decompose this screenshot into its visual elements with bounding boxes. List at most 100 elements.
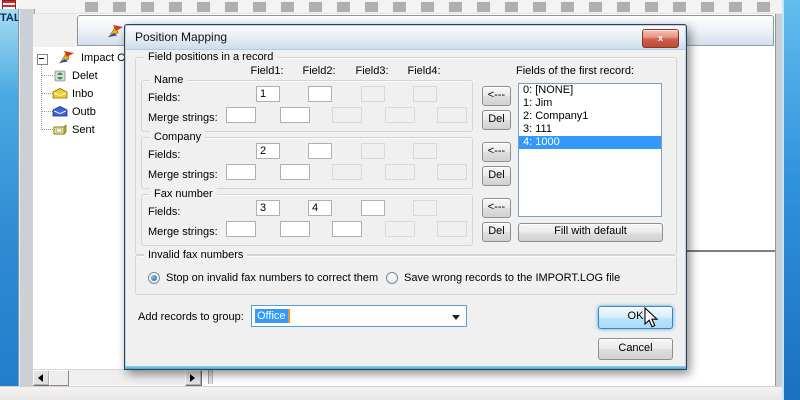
frame-filler bbox=[33, 14, 77, 47]
chevron-down-icon[interactable] bbox=[452, 315, 460, 320]
cancel-button[interactable]: Cancel bbox=[598, 338, 673, 360]
company-assign-button[interactable]: <--- bbox=[482, 142, 511, 162]
name-field3-input[interactable] bbox=[361, 86, 385, 102]
left-aero-border: TAL bbox=[0, 9, 18, 400]
tree-expand-toggle[interactable] bbox=[37, 54, 48, 65]
fax-merge1-input[interactable] bbox=[226, 221, 256, 237]
fax-field4-input[interactable] bbox=[413, 200, 437, 216]
field3-header: Field3: bbox=[352, 65, 392, 77]
fields-label: Fields: bbox=[148, 205, 180, 219]
invalid-fax-group-label: Invalid fax numbers bbox=[144, 249, 247, 262]
company-merge4-input[interactable] bbox=[385, 164, 415, 180]
stop-on-invalid-label[interactable]: Stop on invalid fax numbers to correct t… bbox=[166, 271, 378, 285]
position-mapping-dialog: Position Mapping x Field positions in a … bbox=[124, 24, 687, 370]
stop-on-invalid-radio[interactable] bbox=[148, 272, 160, 284]
group-label: Field positions in a record bbox=[144, 51, 277, 64]
top-toolbar bbox=[0, 0, 782, 14]
tree-root-icon bbox=[58, 50, 76, 65]
merge-strings-label: Merge strings: bbox=[148, 111, 218, 125]
record-list-item[interactable]: 4: 1000 bbox=[519, 136, 661, 149]
fax-number-group: Fax number Fields: Merge strings: bbox=[141, 194, 473, 246]
status-bar bbox=[0, 386, 782, 400]
name-group-label: Name bbox=[150, 74, 187, 87]
scrollbar-thumb[interactable] bbox=[49, 370, 69, 386]
record-list-item[interactable]: 3: 111 bbox=[519, 123, 661, 136]
company-merge1-input[interactable] bbox=[226, 164, 256, 180]
app-bird-icon bbox=[107, 24, 125, 39]
inbox-folder-icon bbox=[52, 87, 68, 100]
dialog-title: Position Mapping bbox=[135, 30, 227, 44]
invalid-fax-group: Invalid fax numbers Stop on invalid fax … bbox=[135, 255, 677, 295]
fax-field2-input[interactable] bbox=[308, 200, 332, 216]
tree-item-sent[interactable]: Sent bbox=[72, 124, 95, 136]
merge-strings-label: Merge strings: bbox=[148, 168, 218, 182]
outbox-folder-icon bbox=[52, 105, 68, 118]
tree-item-deleted[interactable]: Delet bbox=[72, 70, 98, 82]
sent-folder-icon bbox=[52, 123, 68, 136]
add-records-label: Add records to group: bbox=[138, 310, 244, 324]
merge-strings-label: Merge strings: bbox=[148, 225, 218, 239]
fields-label: Fields: bbox=[148, 91, 180, 105]
screen: TAL Message List Impact C Delet Inbo Ou bbox=[0, 0, 800, 400]
ok-button[interactable]: OK bbox=[598, 306, 673, 329]
fax-field3-input[interactable] bbox=[361, 200, 385, 216]
record-list-item[interactable]: 2: Company1 bbox=[519, 110, 661, 123]
fax-merge5-input[interactable] bbox=[437, 221, 467, 237]
name-merge2-input[interactable] bbox=[280, 107, 310, 123]
fax-group-label: Fax number bbox=[150, 188, 217, 201]
fax-merge4-input[interactable] bbox=[385, 221, 415, 237]
company-del-button[interactable]: Del bbox=[482, 166, 511, 186]
fax-merge3-input[interactable] bbox=[332, 221, 362, 237]
field1-header: Field1: bbox=[247, 65, 287, 77]
fax-merge2-input[interactable] bbox=[280, 221, 310, 237]
dialog-titlebar[interactable]: Position Mapping bbox=[126, 26, 685, 50]
record-list-label: Fields of the first record: bbox=[516, 64, 634, 78]
first-record-listbox[interactable]: 0: [NONE]1: Jim2: Company13: 1114: 1000 bbox=[518, 83, 662, 217]
field4-header: Field4: bbox=[404, 65, 444, 77]
fill-with-default-button[interactable]: Fill with default bbox=[518, 223, 663, 242]
triangle-left-icon bbox=[38, 374, 43, 382]
company-field3-input[interactable] bbox=[361, 143, 385, 159]
close-icon[interactable]: x bbox=[642, 29, 679, 48]
company-merge2-input[interactable] bbox=[280, 164, 310, 180]
name-assign-button[interactable]: <--- bbox=[482, 86, 511, 106]
company-field2-input[interactable] bbox=[308, 143, 332, 159]
scroll-left-button[interactable] bbox=[33, 370, 50, 386]
company-group-label: Company bbox=[150, 131, 205, 144]
name-field1-input[interactable] bbox=[256, 86, 280, 102]
triangle-right-icon bbox=[190, 374, 195, 382]
scroll-right-button[interactable] bbox=[185, 370, 202, 386]
company-merge3-input[interactable] bbox=[332, 164, 362, 180]
record-list-item[interactable]: 1: Jim bbox=[519, 97, 661, 110]
group-combobox[interactable]: Office bbox=[251, 305, 467, 327]
tree-item-root[interactable]: Impact C bbox=[81, 52, 125, 64]
name-group: Name Fields: Merge strings: bbox=[141, 80, 473, 132]
save-wrong-records-radio[interactable] bbox=[386, 272, 398, 284]
tree-item-inbox[interactable]: Inbo bbox=[72, 88, 93, 100]
fax-field1-input[interactable] bbox=[256, 200, 280, 216]
name-merge3-input[interactable] bbox=[332, 107, 362, 123]
name-merge4-input[interactable] bbox=[385, 107, 415, 123]
fax-assign-button[interactable]: <--- bbox=[482, 198, 511, 218]
company-field1-input[interactable] bbox=[256, 143, 280, 159]
fields-label: Fields: bbox=[148, 148, 180, 162]
company-merge5-input[interactable] bbox=[437, 164, 467, 180]
name-merge1-input[interactable] bbox=[226, 107, 256, 123]
company-group: Company Fields: Merge strings: bbox=[141, 137, 473, 189]
horizontal-scrollbar[interactable] bbox=[33, 369, 201, 385]
tree-connector bbox=[41, 62, 42, 130]
deleted-folder-icon bbox=[52, 69, 68, 82]
field2-header: Field2: bbox=[299, 65, 339, 77]
right-aero-border bbox=[782, 0, 800, 400]
combobox-selected-text: Office bbox=[255, 309, 290, 323]
name-field4-input[interactable] bbox=[413, 86, 437, 102]
save-wrong-records-label[interactable]: Save wrong records to the IMPORT.LOG fil… bbox=[404, 271, 620, 285]
name-merge5-input[interactable] bbox=[437, 107, 467, 123]
name-field2-input[interactable] bbox=[308, 86, 332, 102]
company-field4-input[interactable] bbox=[413, 143, 437, 159]
fax-del-button[interactable]: Del bbox=[482, 222, 511, 242]
tree-item-outbox[interactable]: Outb bbox=[72, 106, 96, 118]
toolbar-icons-row bbox=[85, 2, 775, 12]
name-del-button[interactable]: Del bbox=[482, 110, 511, 130]
record-list-item[interactable]: 0: [NONE] bbox=[519, 84, 661, 97]
